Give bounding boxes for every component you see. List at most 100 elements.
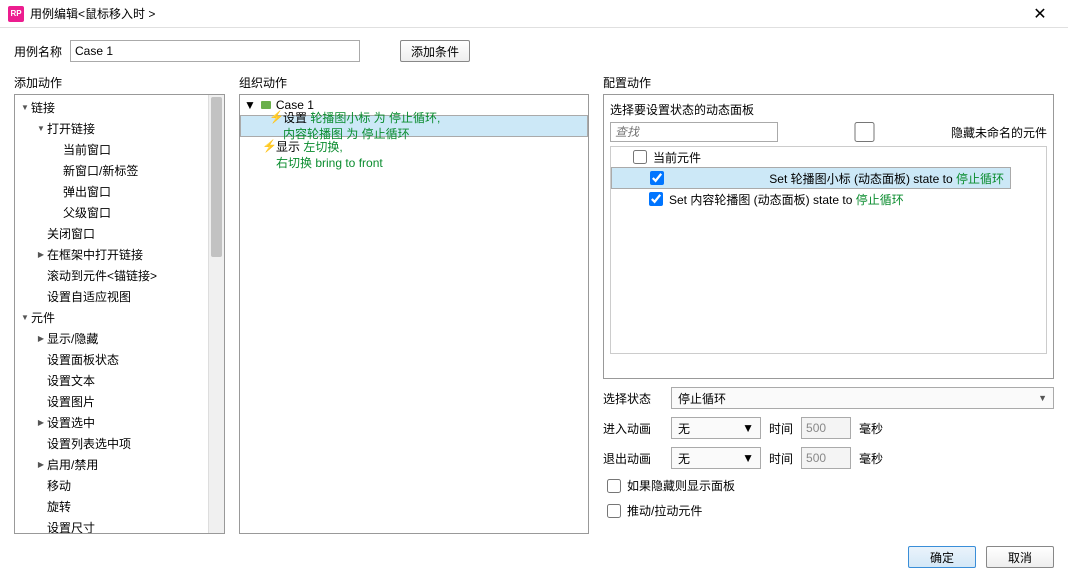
chevron-down-icon: ▼ — [19, 313, 31, 322]
action-item[interactable]: ⚡显示 左切换,右切换 bring to front — [240, 137, 588, 175]
anim-in-label: 进入动画 — [603, 420, 663, 437]
tree-item[interactable]: ▼打开链接 — [15, 118, 224, 139]
cancel-button[interactable]: 取消 — [986, 546, 1054, 568]
tree-item-label: 在框架中打开链接 — [47, 246, 143, 263]
tree-item[interactable]: 关闭窗口 — [15, 223, 224, 244]
tree-item-label: 当前窗口 — [63, 141, 111, 158]
tree-item[interactable]: ▼链接 — [15, 97, 224, 118]
chevron-right-icon: ▶ — [35, 418, 47, 427]
tree-item-label: 元件 — [31, 309, 55, 326]
hide-unnamed-label: 隐藏未命名的元件 — [951, 124, 1047, 141]
chevron-down-icon: ▼ — [19, 103, 31, 112]
tree-item-label: 弹出窗口 — [63, 183, 111, 200]
tree-item-label: 滚动到元件<锚链接> — [47, 267, 157, 284]
tree-item-label: 设置尺寸 — [47, 519, 95, 534]
select-panel-label: 选择要设置状态的动态面板 — [610, 101, 1047, 118]
configure-action-title: 配置动作 — [603, 70, 1054, 94]
tree-item[interactable]: ▶启用/禁用 — [15, 454, 224, 475]
tree-item[interactable]: 滚动到元件<锚链接> — [15, 265, 224, 286]
bolt-icon: ⚡ — [269, 110, 283, 142]
tree-item[interactable]: 设置图片 — [15, 391, 224, 412]
tree-item-label: 显示/隐藏 — [47, 330, 98, 347]
tree-item[interactable]: ▶显示/隐藏 — [15, 328, 224, 349]
tree-item[interactable]: ▶设置选中 — [15, 412, 224, 433]
state-select[interactable]: 停止循环 ▼ — [671, 387, 1054, 409]
tree-item-label: 设置列表选中项 — [47, 435, 131, 452]
tree-item-label: 旋转 — [47, 498, 71, 515]
tree-item[interactable]: 旋转 — [15, 496, 224, 517]
list-item[interactable]: Set 内容轮播图 (动态面板) state to 停止循环 — [611, 189, 1046, 209]
chevron-right-icon: ▶ — [35, 460, 47, 469]
tree-item[interactable]: 当前窗口 — [15, 139, 224, 160]
tree-item[interactable]: 设置面板状态 — [15, 349, 224, 370]
time-out-input — [801, 447, 851, 469]
action-text: 设置 轮播图小标 为 停止循环,内容轮播图 为 停止循环 — [283, 110, 440, 142]
tree-item[interactable]: 父级窗口 — [15, 202, 224, 223]
list-item-checkbox[interactable] — [649, 192, 663, 206]
case-name-label: 用例名称 — [14, 43, 62, 60]
add-condition-button[interactable]: 添加条件 — [400, 40, 470, 62]
list-item-label: 当前元件 — [653, 149, 701, 166]
action-text: 显示 左切换,右切换 bring to front — [276, 139, 383, 171]
tree-item-label: 启用/禁用 — [47, 456, 98, 473]
tree-item-label: 设置选中 — [47, 414, 95, 431]
action-item[interactable]: ⚡设置 轮播图小标 为 停止循环,内容轮播图 为 停止循环 — [240, 115, 588, 137]
close-icon[interactable]: ✕ — [1020, 4, 1060, 24]
tree-item[interactable]: 新窗口/新标签 — [15, 160, 224, 181]
anim-in-select[interactable]: 无▼ — [671, 417, 761, 439]
push-pull-checkbox[interactable] — [607, 504, 621, 518]
ok-button[interactable]: 确定 — [908, 546, 976, 568]
left-scrollbar[interactable] — [208, 95, 224, 533]
tree-item[interactable]: ▶在框架中打开链接 — [15, 244, 224, 265]
tree-item[interactable]: 设置列表选中项 — [15, 433, 224, 454]
tree-item[interactable]: 设置文本 — [15, 370, 224, 391]
ms-label: 毫秒 — [859, 450, 883, 467]
select-state-label: 选择状态 — [603, 390, 663, 407]
chevron-down-icon: ▼ — [742, 421, 754, 435]
list-item[interactable]: 当前元件 — [611, 147, 1046, 167]
tree-item[interactable]: ▼元件 — [15, 307, 224, 328]
tree-item-label: 关闭窗口 — [47, 225, 95, 242]
show-if-hidden-checkbox[interactable] — [607, 479, 621, 493]
anim-out-select[interactable]: 无▼ — [671, 447, 761, 469]
organize-action-title: 组织动作 — [239, 70, 589, 94]
chevron-right-icon: ▶ — [35, 250, 47, 259]
window-title: 用例编辑<鼠标移入时 > — [30, 5, 1020, 22]
hide-unnamed-checkbox[interactable] — [786, 122, 944, 142]
show-if-hidden-label: 如果隐藏则显示面板 — [627, 477, 735, 494]
list-item-label: Set 内容轮播图 (动态面板) state to 停止循环 — [669, 191, 904, 208]
anim-out-label: 退出动画 — [603, 450, 663, 467]
time-in-input — [801, 417, 851, 439]
tree-item[interactable]: 弹出窗口 — [15, 181, 224, 202]
ms-label: 毫秒 — [859, 420, 883, 437]
list-item[interactable]: Set 轮播图小标 (动态面板) state to 停止循环 — [611, 167, 1011, 189]
list-item-checkbox[interactable] — [650, 171, 664, 185]
tree-item-label: 设置文本 — [47, 372, 95, 389]
tree-item-label: 新窗口/新标签 — [63, 162, 138, 179]
tree-item-label: 设置自适应视图 — [47, 288, 131, 305]
list-item-checkbox[interactable] — [633, 150, 647, 164]
tree-item-label: 打开链接 — [47, 120, 95, 137]
list-item-label: Set 轮播图小标 (动态面板) state to 停止循环 — [769, 170, 1004, 187]
chevron-down-icon: ▼ — [742, 451, 754, 465]
bolt-icon: ⚡ — [262, 139, 276, 171]
case-name-input[interactable] — [70, 40, 360, 62]
time-in-label: 时间 — [769, 420, 793, 437]
tree-item[interactable]: 设置尺寸 — [15, 517, 224, 534]
chevron-down-icon: ▼ — [35, 124, 47, 133]
search-input[interactable] — [610, 122, 778, 142]
tree-item[interactable]: 设置自适应视图 — [15, 286, 224, 307]
tree-item-label: 父级窗口 — [63, 204, 111, 221]
chevron-right-icon: ▶ — [35, 334, 47, 343]
add-action-title: 添加动作 — [14, 70, 225, 94]
tree-item[interactable]: 移动 — [15, 475, 224, 496]
push-pull-label: 推动/拉动元件 — [627, 502, 702, 519]
tree-item-label: 设置面板状态 — [47, 351, 119, 368]
app-icon: RP — [8, 6, 24, 22]
state-value: 停止循环 — [678, 390, 726, 407]
tree-item-label: 设置图片 — [47, 393, 95, 410]
tree-item-label: 链接 — [31, 99, 55, 116]
chevron-down-icon: ▼ — [1038, 393, 1047, 403]
time-out-label: 时间 — [769, 450, 793, 467]
tree-item-label: 移动 — [47, 477, 71, 494]
